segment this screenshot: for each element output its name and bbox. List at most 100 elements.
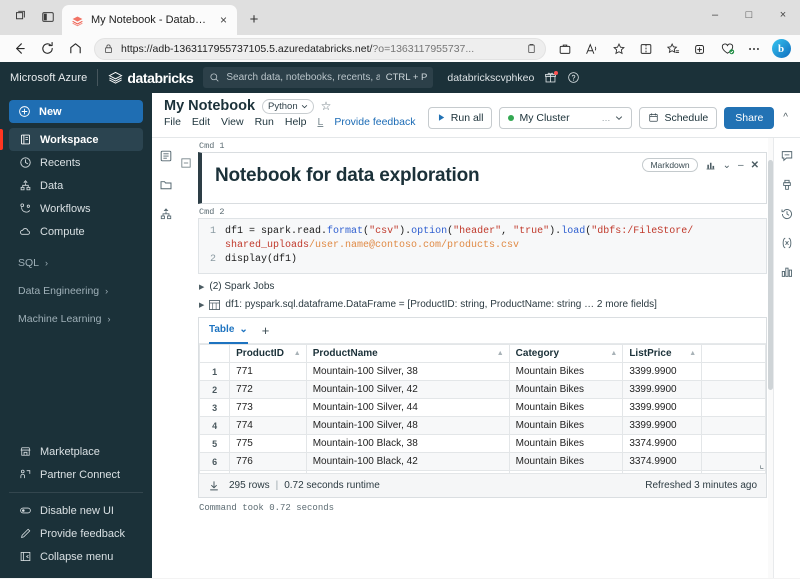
collapse-cell-icon[interactable] (181, 152, 195, 168)
resize-handle-icon[interactable]: ⌞ (759, 460, 764, 471)
sidebar-group-data-engineering[interactable]: Data Engineering › (9, 280, 143, 302)
column-header-productid[interactable]: ProductID▲ (230, 345, 307, 363)
cluster-selector[interactable]: My Cluster … (499, 107, 632, 129)
chevron-down-icon[interactable]: ⌄ (239, 324, 247, 335)
collections-icon[interactable] (660, 37, 686, 61)
favorite-star-icon[interactable]: ☆ (321, 99, 332, 113)
add-extension-icon[interactable] (687, 37, 713, 61)
sidebar-item-label: Workspace (40, 134, 99, 146)
dashboard-icon[interactable] (780, 265, 794, 279)
sidebar-item-partner-connect[interactable]: Partner Connect (9, 463, 143, 486)
column-header-listprice[interactable]: ListPrice▲ (623, 345, 702, 363)
table-row[interactable]: 4774Mountain-100 Silver, 48Mountain Bike… (200, 417, 766, 435)
home-icon[interactable] (62, 37, 88, 61)
tab-overview-icon[interactable] (6, 3, 34, 31)
schedule-button[interactable]: Schedule (639, 107, 717, 129)
sidebar-group-machine-learning[interactable]: Machine Learning › (9, 308, 143, 330)
databricks-logo[interactable]: databricks (108, 70, 193, 86)
language-label: Python (268, 101, 298, 112)
menu-help[interactable]: Help (285, 116, 307, 128)
table-row[interactable]: 2772Mountain-100 Silver, 42Mountain Bike… (200, 381, 766, 399)
address-bar[interactable]: https://adb-1363117955737105.5.azuredata… (94, 38, 546, 60)
browser-essentials-icon[interactable] (714, 37, 740, 61)
code-text: df1 = spark.read.format("csv").option("h… (225, 225, 693, 239)
back-icon[interactable] (6, 37, 32, 61)
run-all-button[interactable]: Run all (428, 107, 493, 129)
sidebar-item-data[interactable]: Data (9, 174, 143, 197)
add-visualization-button[interactable]: + (262, 323, 270, 338)
collapse-cell-icon[interactable] (181, 218, 195, 224)
cell-minimize-icon[interactable]: – (738, 160, 744, 171)
dataframe-row[interactable]: ▶ df1: pyspark.sql.dataframe.DataFrame =… (199, 299, 767, 310)
sort-icon[interactable]: ▲ (689, 350, 696, 357)
sidebar-item-marketplace[interactable]: Marketplace (9, 440, 143, 463)
split-view-icon[interactable] (633, 37, 659, 61)
code-cell-body[interactable]: 1 df1 = spark.read.format("csv").option(… (198, 218, 767, 274)
menu-edit[interactable]: Edit (192, 116, 210, 128)
help-icon[interactable] (567, 71, 580, 84)
provide-feedback-link[interactable]: Provide feedback (334, 116, 415, 128)
menu-view[interactable]: View (221, 116, 244, 128)
folder-icon[interactable] (159, 178, 173, 192)
cell-label-2: Cmd 2 (199, 207, 767, 217)
menu-file[interactable]: File (164, 116, 181, 128)
variables-icon[interactable] (780, 236, 794, 250)
spark-jobs-row[interactable]: ▶ (2) Spark Jobs (199, 281, 767, 292)
sidebar-item-compute[interactable]: Compute (9, 220, 143, 243)
menu-run[interactable]: Run (255, 116, 274, 128)
comment-icon[interactable] (780, 149, 794, 163)
minimize-icon[interactable]: – (698, 0, 732, 30)
table-row[interactable]: 5775Mountain-100 Black, 38Mountain Bikes… (200, 435, 766, 453)
revision-history-icon[interactable] (780, 207, 794, 221)
new-button[interactable]: New (9, 100, 143, 123)
read-aloud-icon[interactable] (579, 37, 605, 61)
scrollbar-track[interactable] (768, 138, 773, 578)
share-button[interactable]: Share (724, 107, 774, 129)
data-catalog-icon[interactable] (159, 207, 173, 221)
chart-icon[interactable] (705, 160, 716, 171)
sidebar-item-recents[interactable]: Recents (9, 151, 143, 174)
sidebar-item-workspace[interactable]: Workspace (9, 128, 143, 151)
favorite-star-icon[interactable] (606, 37, 632, 61)
briefcase-icon[interactable] (552, 37, 578, 61)
sort-icon[interactable]: ▲ (610, 350, 617, 357)
window-close-icon[interactable]: × (766, 0, 800, 30)
table-row[interactable]: 7777Mountain-100 Black, 44Mountain Bikes… (200, 471, 766, 474)
new-tab-button[interactable]: + (241, 6, 267, 32)
split-screen-icon[interactable] (34, 3, 62, 31)
collapse-header-caret-icon[interactable]: ^ (781, 112, 790, 123)
sidebar-item-workflows[interactable]: Workflows (9, 197, 143, 220)
gift-icon[interactable] (544, 71, 557, 84)
sidebar-item-provide-feedback[interactable]: Provide feedback (9, 522, 143, 545)
publish-icon[interactable] (780, 178, 794, 192)
browser-tab[interactable]: My Notebook - Databricks × (62, 5, 237, 35)
global-search-input[interactable]: Search data, notebooks, recents, and mor… (203, 67, 433, 88)
table-row[interactable]: 3773Mountain-100 Silver, 44Mountain Bike… (200, 399, 766, 417)
table-row[interactable]: 6776Mountain-100 Black, 42Mountain Bikes… (200, 453, 766, 471)
maximize-icon[interactable]: □ (732, 0, 766, 30)
sort-icon[interactable]: ▲ (497, 350, 504, 357)
copilot-bing-icon[interactable]: b (768, 37, 794, 61)
cell-chevron-down-icon[interactable]: ⌄ (723, 160, 731, 171)
settings-more-icon[interactable] (741, 37, 767, 61)
cell-close-icon[interactable]: ✕ (751, 160, 759, 171)
column-header-productname[interactable]: ProductName▲ (306, 345, 509, 363)
table-of-contents-icon[interactable] (159, 149, 173, 163)
result-grid-scroll[interactable]: ProductID▲ ProductName▲ Category▲ ListPr… (199, 344, 766, 473)
cell-type-badge[interactable]: Markdown (642, 158, 697, 172)
markdown-cell-body[interactable]: Notebook for data exploration Markdown ⌄… (198, 152, 767, 204)
table-row[interactable]: 1771Mountain-100 Silver, 38Mountain Bike… (200, 363, 766, 381)
sort-icon[interactable]: ▲ (294, 350, 301, 357)
language-selector[interactable]: Python (262, 99, 314, 114)
sidebar-item-disable-new-ui[interactable]: Disable new UI (9, 499, 143, 522)
reload-icon[interactable] (34, 37, 60, 61)
column-header-empty (702, 345, 766, 363)
sidebar-item-collapse-menu[interactable]: Collapse menu (9, 545, 143, 568)
copy-icon[interactable] (526, 43, 537, 54)
column-header-category[interactable]: Category▲ (509, 345, 623, 363)
scrollbar-thumb[interactable] (768, 160, 773, 390)
close-icon[interactable]: × (216, 13, 231, 28)
download-icon[interactable] (208, 480, 220, 492)
sidebar-group-sql[interactable]: SQL › (9, 252, 143, 274)
tab-table[interactable]: Table ⌄ (209, 318, 248, 344)
